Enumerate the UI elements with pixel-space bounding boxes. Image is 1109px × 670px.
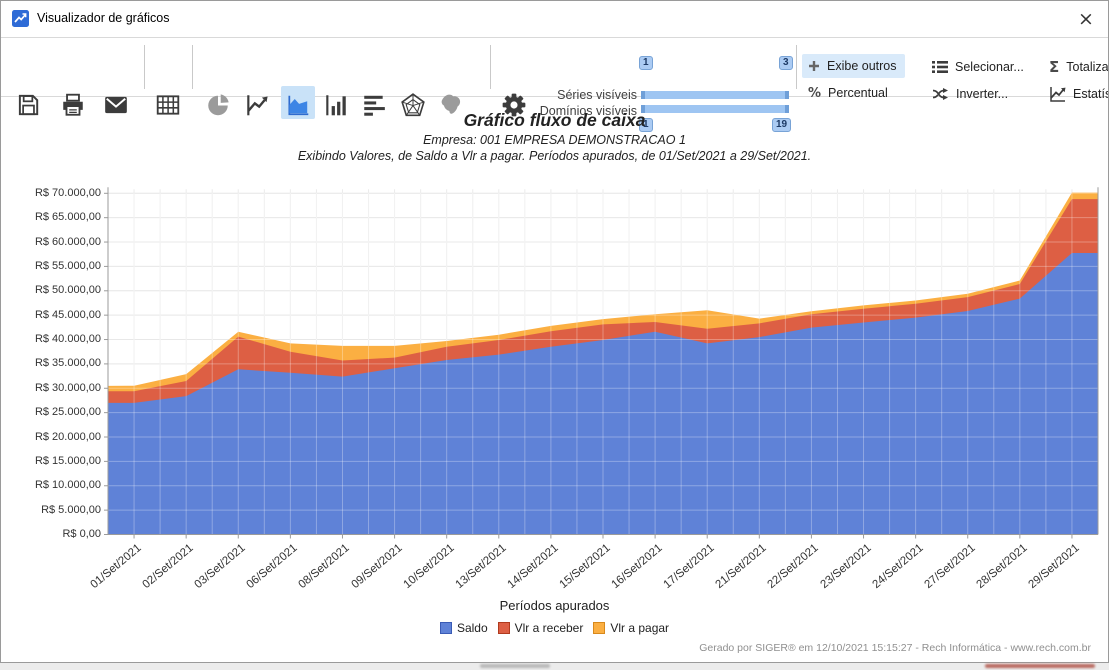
percent-icon: % bbox=[808, 86, 821, 101]
y-tick-label: R$ 45.000,00 bbox=[5, 309, 101, 321]
y-tick-label: R$ 60.000,00 bbox=[5, 236, 101, 248]
slider-handle[interactable] bbox=[641, 91, 645, 99]
estatisticas-label: Estatísti bbox=[1073, 87, 1109, 101]
legend-label: Vlr a pagar bbox=[610, 621, 669, 635]
close-icon[interactable]: × bbox=[1072, 5, 1100, 33]
generated-footer: Gerado por SIGER® em 12/10/2021 15:15:27… bbox=[699, 642, 1091, 654]
toolbar: Séries visíveis Domínios visíveis 1 3 1 … bbox=[1, 39, 1108, 97]
series-slider-label: Séries visíveis bbox=[461, 88, 637, 102]
toolbar-separator bbox=[144, 45, 145, 89]
chart-viewer-window: Visualizador de gráficos × bbox=[0, 0, 1109, 663]
y-tick-label: R$ 25.000,00 bbox=[5, 406, 101, 418]
y-tick-label: R$ 15.000,00 bbox=[5, 455, 101, 467]
statistics-icon bbox=[1049, 86, 1066, 102]
legend-label: Saldo bbox=[457, 621, 488, 635]
screen: Visualizador de gráficos × bbox=[0, 0, 1109, 670]
window-title: Visualizador de gráficos bbox=[37, 11, 169, 25]
y-tick-label: R$ 10.000,00 bbox=[5, 479, 101, 491]
legend-swatch bbox=[593, 622, 605, 634]
plus-icon bbox=[808, 60, 820, 72]
estatisticas-button[interactable]: Estatísti bbox=[1043, 82, 1109, 106]
y-tick-label: R$ 5.000,00 bbox=[5, 504, 101, 516]
toolbar-separator bbox=[796, 45, 797, 89]
toolbar-separator bbox=[192, 45, 193, 89]
totalizar-button[interactable]: Σ Totalizar bbox=[1043, 55, 1109, 79]
shuffle-icon bbox=[932, 87, 949, 101]
exibe-outros-button[interactable]: Exibe outros bbox=[802, 54, 905, 78]
list-icon bbox=[932, 60, 948, 74]
exibe-outros-label: Exibe outros bbox=[827, 59, 896, 73]
sigma-icon: Σ bbox=[1049, 58, 1059, 76]
series-slider-max-badge: 3 bbox=[779, 56, 793, 70]
legend-label: Vlr a receber bbox=[515, 621, 584, 635]
y-tick-label: R$ 20.000,00 bbox=[5, 431, 101, 443]
x-axis-title: Períodos apurados bbox=[1, 598, 1108, 613]
percentual-label: Percentual bbox=[828, 86, 888, 100]
y-tick-label: R$ 30.000,00 bbox=[5, 382, 101, 394]
y-tick-label: R$ 65.000,00 bbox=[5, 211, 101, 223]
y-tick-label: R$ 50.000,00 bbox=[5, 284, 101, 296]
chart-subtitle-company: Empresa: 001 EMPRESA DEMONSTRACAO 1 bbox=[1, 133, 1108, 147]
title-bar: Visualizador de gráficos × bbox=[1, 1, 1108, 38]
background-artifact bbox=[985, 664, 1095, 668]
chart-legend: Saldo Vlr a receber Vlr a pagar bbox=[1, 621, 1108, 635]
area-series-vlr-a-pagar bbox=[108, 193, 1098, 535]
chart-title: Gráfico fluxo de caixa bbox=[1, 110, 1108, 131]
legend-item: Vlr a receber bbox=[498, 621, 584, 635]
series-slider-min-badge: 1 bbox=[639, 56, 653, 70]
legend-swatch bbox=[498, 622, 510, 634]
area-series-saldo bbox=[108, 253, 1098, 535]
percentual-button[interactable]: % Percentual bbox=[802, 81, 894, 105]
background-artifact bbox=[480, 664, 550, 668]
y-tick-label: R$ 40.000,00 bbox=[5, 333, 101, 345]
y-tick-label: R$ 55.000,00 bbox=[5, 260, 101, 272]
slider-handle[interactable] bbox=[785, 91, 789, 99]
legend-swatch bbox=[440, 622, 452, 634]
legend-item: Vlr a pagar bbox=[593, 621, 669, 635]
legend-item: Saldo bbox=[440, 621, 488, 635]
series-visible-slider[interactable] bbox=[641, 91, 789, 99]
app-chart-icon bbox=[12, 10, 29, 27]
y-tick-label: R$ 35.000,00 bbox=[5, 357, 101, 369]
selecionar-button[interactable]: Selecionar... bbox=[926, 55, 1030, 79]
toolbar-separator bbox=[490, 45, 491, 89]
inverter-button[interactable]: Inverter... bbox=[926, 82, 1014, 106]
totalizar-label: Totalizar bbox=[1066, 60, 1109, 74]
y-tick-label: R$ 70.000,00 bbox=[5, 187, 101, 199]
area-series-vlr-a-receber bbox=[108, 199, 1098, 534]
chart-subtitle-range: Exibindo Valores, de Saldo a Vlr a pagar… bbox=[1, 149, 1108, 163]
selecionar-label: Selecionar... bbox=[955, 60, 1024, 74]
y-tick-label: R$ 0,00 bbox=[5, 528, 101, 540]
inverter-label: Inverter... bbox=[956, 87, 1008, 101]
background-app-strip bbox=[0, 663, 1109, 670]
